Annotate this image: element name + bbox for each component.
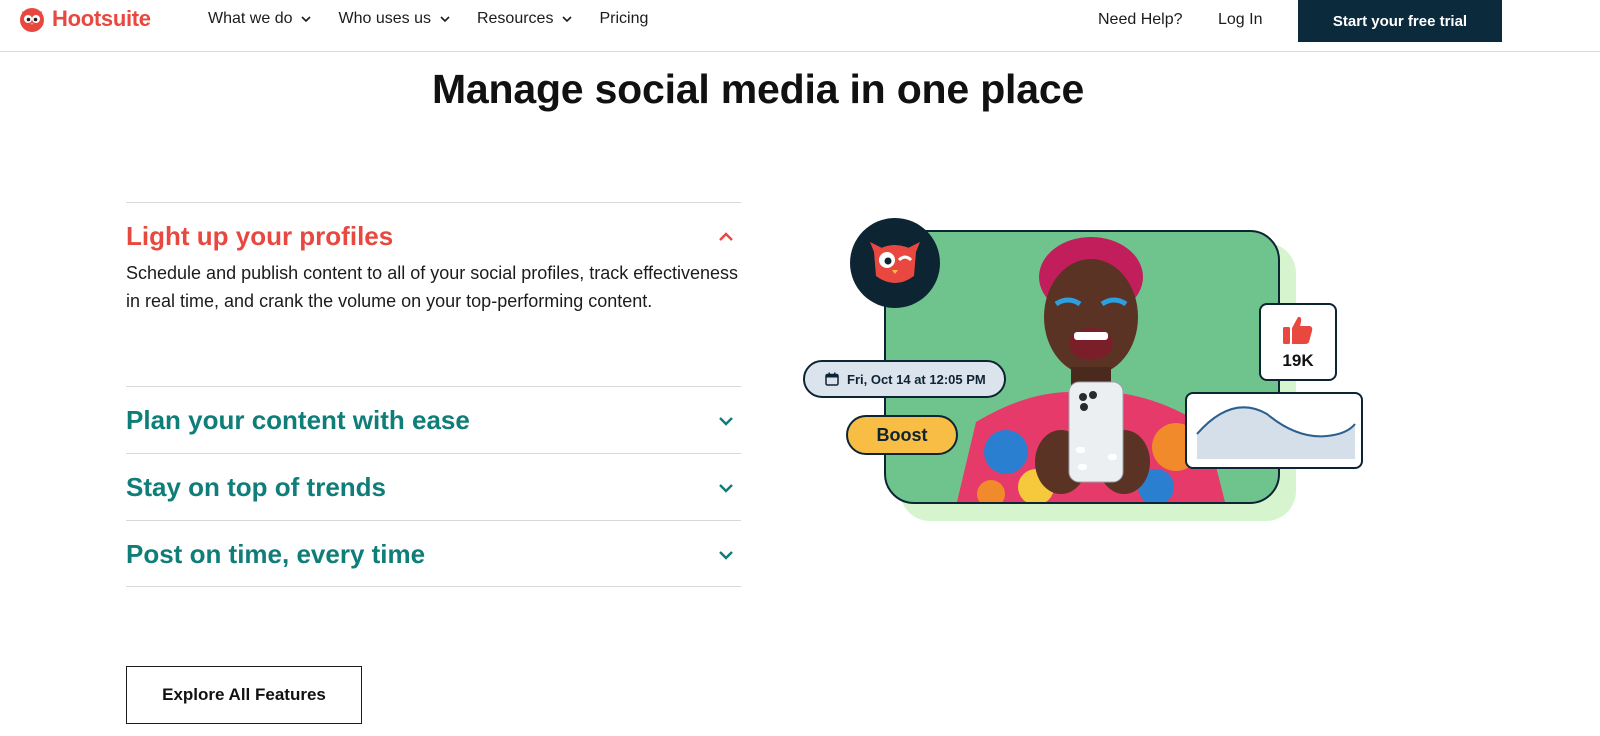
accordion-item-post-on-time: Post on time, every time xyxy=(126,520,741,587)
accordion-body: Schedule and publish content to all of y… xyxy=(126,263,739,311)
hootsuite-logo[interactable]: Hootsuite xyxy=(18,4,151,34)
nav-label: Who uses us xyxy=(338,10,431,27)
chevron-down-icon xyxy=(562,16,573,23)
owl-icon xyxy=(870,242,920,283)
accordion-title: Post on time, every time xyxy=(126,539,426,569)
features-accordion: Light up your profiles Schedule and publ… xyxy=(126,202,741,587)
nav-label: Resources xyxy=(476,10,554,27)
login-link[interactable]: Log In xyxy=(1218,11,1262,29)
nav-what-we-do[interactable]: What we do xyxy=(208,10,312,28)
accordion-title: Light up your profiles xyxy=(126,221,394,251)
hootsuite-owl-badge xyxy=(850,218,940,308)
start-free-trial-button[interactable]: Start your free trial xyxy=(1298,0,1502,42)
chevron-down-icon xyxy=(719,483,733,493)
site-header: Hootsuite What we do Who uses us Resourc… xyxy=(0,0,1600,52)
feature-illustration: Fri, Oct 14 at 12:05 PM Boost 19K xyxy=(800,215,1370,521)
accordion-title: Stay on top of trends xyxy=(126,472,386,502)
calendar-icon xyxy=(825,372,839,386)
chevron-down-icon xyxy=(440,16,450,23)
boost-pill: Boost xyxy=(846,415,958,455)
accordion-header[interactable]: Plan your content with ease xyxy=(126,405,741,436)
nav-label: Pricing xyxy=(599,10,649,27)
likes-card: 19K xyxy=(1259,303,1337,381)
need-help-link[interactable]: Need Help? xyxy=(1098,11,1183,29)
nav-resources[interactable]: Resources xyxy=(477,10,573,28)
nav-pricing[interactable]: Pricing xyxy=(599,10,648,28)
accordion-title: Plan your content with ease xyxy=(126,405,470,435)
thumbs-up-icon xyxy=(1283,316,1313,344)
accordion-item-stay-on-top: Stay on top of trends xyxy=(126,453,741,520)
likes-count: 19K xyxy=(1282,351,1314,370)
chevron-down-icon xyxy=(719,550,733,560)
accordion-item-light-up-profiles: Light up your profiles Schedule and publ… xyxy=(126,202,741,386)
nav-label: What we do xyxy=(208,10,293,27)
brand-name: Hootsuite xyxy=(52,6,151,31)
accordion-header[interactable]: Light up your profiles xyxy=(126,221,741,252)
nav-who-uses-us[interactable]: Who uses us xyxy=(338,10,450,28)
chevron-up-icon xyxy=(719,231,733,241)
page-title: Manage social media in one place xyxy=(431,66,1085,112)
accordion-header[interactable]: Post on time, every time xyxy=(126,539,741,570)
scheduled-date-text: Fri, Oct 14 at 12:05 PM xyxy=(847,371,986,387)
explore-all-features-button[interactable]: Explore All Features xyxy=(126,666,362,724)
engagement-graph-card xyxy=(1185,392,1363,469)
trend-line-graph xyxy=(1196,406,1356,459)
owl-logo-icon xyxy=(20,8,44,32)
chevron-down-icon xyxy=(719,416,733,426)
accordion-header[interactable]: Stay on top of trends xyxy=(126,472,741,503)
scheduled-date-pill: Fri, Oct 14 at 12:05 PM xyxy=(803,360,1006,398)
chevron-down-icon xyxy=(301,16,312,23)
accordion-item-plan-content: Plan your content with ease xyxy=(126,386,741,453)
main-nav: What we do Who uses us Resources Pricing xyxy=(208,0,648,38)
